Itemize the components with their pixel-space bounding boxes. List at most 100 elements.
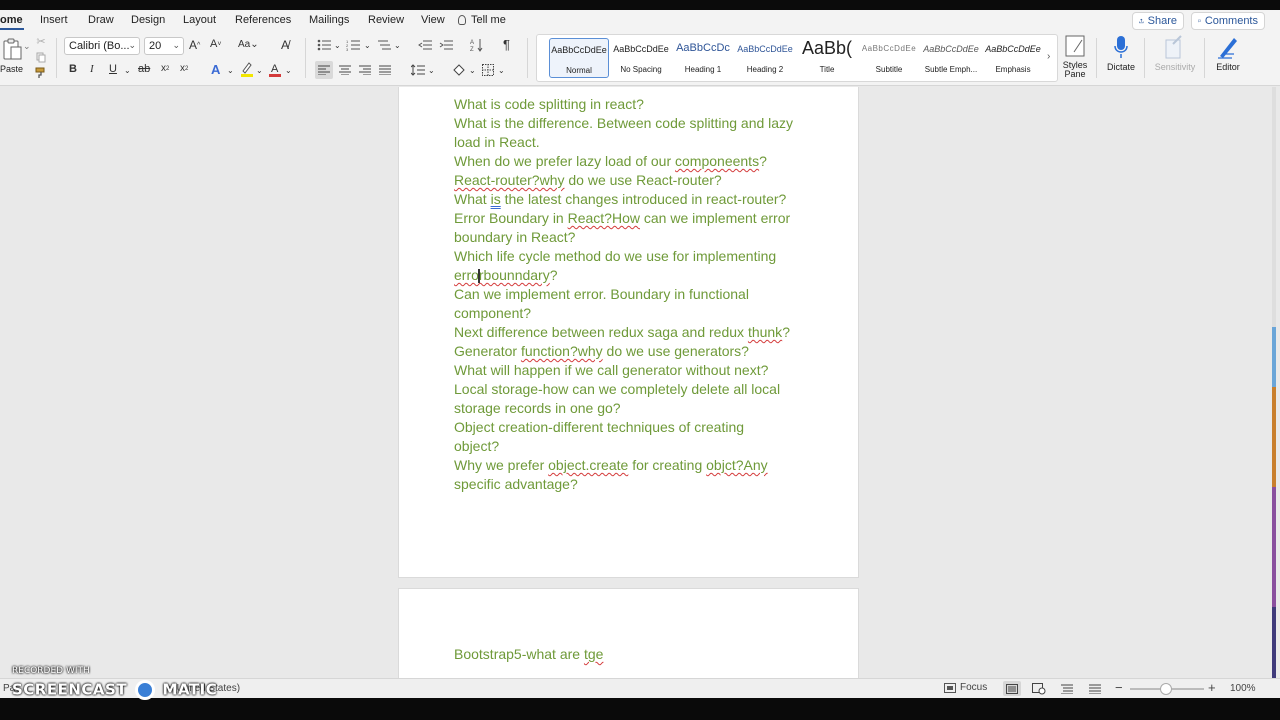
chevron-right-icon[interactable]: › — [1047, 51, 1050, 62]
align-right-icon[interactable] — [357, 61, 373, 79]
grow-font-icon[interactable]: A ^ — [189, 38, 200, 52]
copy-icon[interactable] — [35, 51, 47, 63]
share-button[interactable]: Share — [1132, 12, 1184, 30]
document-line[interactable]: What is the difference. Between code spl… — [454, 115, 793, 131]
zoom-level[interactable]: 100% — [1230, 683, 1256, 694]
chevron-down-icon[interactable]: ⌄ — [469, 66, 476, 75]
show-formatting-marks-icon[interactable]: ¶ — [503, 37, 510, 52]
web-layout-icon[interactable] — [1030, 681, 1048, 696]
chevron-down-icon[interactable]: ⌄ — [498, 66, 505, 75]
document-line[interactable]: object? — [454, 438, 499, 454]
style-no-spacing[interactable]: AaBbCcDdEe No Spacing — [611, 38, 671, 78]
document-line[interactable]: Bootstrap5-what are tge — [454, 646, 603, 662]
font-color-icon[interactable]: A — [268, 61, 282, 77]
zoom-out-button[interactable]: − — [1115, 680, 1123, 695]
format-painter-icon[interactable] — [35, 67, 47, 79]
change-case-icon[interactable]: Aa⌄ — [238, 39, 259, 50]
tab-references[interactable]: References — [235, 12, 291, 28]
chevron-down-icon[interactable]: ⌄ — [334, 41, 341, 50]
underline-icon[interactable]: U — [109, 63, 117, 75]
chevron-down-icon[interactable]: ⌄ — [364, 41, 371, 50]
document-line[interactable]: What is code splitting in react? — [454, 96, 644, 112]
numbering-icon[interactable]: 123 — [345, 38, 361, 52]
align-left-icon[interactable] — [315, 61, 333, 79]
document-line[interactable]: What is the latest changes introduced in… — [454, 191, 786, 207]
document-line[interactable]: React-router?why do we use React-router? — [454, 172, 722, 188]
sort-icon[interactable]: AZ — [469, 38, 485, 52]
dictate-button[interactable]: Dictate — [1104, 34, 1138, 72]
document-line[interactable]: load in React. — [454, 134, 540, 150]
sensitivity-button[interactable]: Sensitivity — [1152, 34, 1198, 72]
shrink-font-icon[interactable]: A ˅ — [210, 38, 221, 50]
tab-draw[interactable]: Draw — [88, 12, 114, 28]
increase-indent-icon[interactable] — [438, 38, 454, 52]
font-name-select[interactable]: Calibri (Bo... ⌄ — [64, 37, 140, 55]
font-size-select[interactable]: 20 ⌄ — [144, 37, 184, 55]
zoom-slider[interactable] — [1130, 683, 1204, 695]
chevron-down-icon[interactable]: ⌄ — [124, 66, 131, 75]
tab-home[interactable]: ome — [0, 12, 23, 28]
align-center-icon[interactable] — [337, 61, 353, 79]
document-line[interactable]: specific advantage? — [454, 476, 578, 492]
bullets-icon[interactable] — [316, 38, 332, 52]
document-line[interactable]: Local storage-how can we completely dele… — [454, 381, 780, 397]
subscript-icon[interactable]: x2 — [161, 63, 169, 74]
document-canvas[interactable]: What is code splitting in react? What is … — [0, 87, 1280, 678]
chevron-down-icon[interactable]: ⌄ — [285, 66, 292, 75]
borders-icon[interactable] — [480, 61, 496, 79]
style-title[interactable]: AaBb( Title — [797, 38, 857, 78]
document-line[interactable]: component? — [454, 305, 531, 321]
editor-button[interactable]: Editor — [1212, 34, 1244, 72]
chevron-down-icon[interactable]: ⌄ — [394, 41, 401, 50]
zoom-slider-thumb[interactable] — [1160, 683, 1172, 695]
document-line[interactable]: Next difference between redux saga and r… — [454, 324, 790, 340]
document-page[interactable]: What is code splitting in react? What is … — [398, 87, 859, 578]
strikethrough-icon[interactable]: ab — [138, 63, 150, 75]
cut-icon[interactable]: ✂ — [35, 35, 47, 48]
tab-layout[interactable]: Layout — [183, 12, 216, 28]
draft-view-icon[interactable] — [1086, 681, 1104, 696]
document-line[interactable]: Why we prefer object.create for creating… — [454, 457, 768, 473]
styles-pane-button[interactable]: Styles Pane — [1062, 34, 1088, 79]
highlight-icon[interactable] — [240, 61, 254, 77]
chevron-down-icon[interactable]: ⌄ — [227, 66, 234, 75]
document-line[interactable]: What will happen if we call generator wi… — [454, 362, 768, 378]
comments-button[interactable]: Comments — [1191, 12, 1265, 30]
decrease-indent-icon[interactable] — [417, 38, 433, 52]
line-spacing-icon[interactable] — [410, 61, 426, 79]
text-effects-icon[interactable]: A — [211, 62, 220, 77]
chevron-down-icon[interactable]: ⌄ — [428, 66, 435, 75]
document-line[interactable]: boundary in React? — [454, 229, 575, 245]
outline-view-icon[interactable] — [1058, 681, 1076, 696]
tab-insert[interactable]: Insert — [40, 12, 68, 28]
document-line[interactable]: storage records in one go? — [454, 400, 621, 416]
document-line[interactable]: Object creation-different techniques of … — [454, 419, 744, 435]
superscript-icon[interactable]: x2 — [180, 63, 188, 74]
print-layout-icon[interactable] — [1003, 681, 1021, 696]
italic-icon[interactable]: I — [90, 63, 94, 75]
document-page[interactable]: Bootstrap5-what are tge — [398, 588, 859, 678]
style-normal[interactable]: AaBbCcDdEe Normal — [549, 38, 609, 78]
focus-button[interactable]: Focus — [944, 682, 987, 693]
chevron-down-icon[interactable]: ⌄ — [256, 66, 263, 75]
document-line[interactable]: Can we implement error. Boundary in func… — [454, 286, 749, 302]
style-subtitle[interactable]: AaBbCcDdEe Subtitle — [859, 38, 919, 78]
tell-me-search[interactable]: Tell me — [458, 12, 506, 28]
chevron-down-icon[interactable]: ⌄ — [23, 41, 31, 52]
document-line[interactable]: Which life cycle method do we use for im… — [454, 248, 776, 264]
document-line[interactable]: Error Boundary in React?How can we imple… — [454, 210, 790, 226]
document-line[interactable]: Generator function?why do we use generat… — [454, 343, 749, 359]
tab-view[interactable]: View — [421, 12, 445, 28]
multilevel-list-icon[interactable] — [376, 38, 392, 52]
clear-formatting-icon[interactable]: A̸ — [281, 38, 289, 52]
tab-review[interactable]: Review — [368, 12, 404, 28]
justify-icon[interactable] — [377, 61, 393, 79]
document-line[interactable]: When do we prefer lazy load of our compo… — [454, 153, 767, 169]
tab-design[interactable]: Design — [131, 12, 165, 28]
document-line[interactable]: errorbounndary? — [454, 267, 558, 283]
tab-mailings[interactable]: Mailings — [309, 12, 349, 28]
style-heading-2[interactable]: AaBbCcDdEe Heading 2 — [735, 38, 795, 78]
style-subtle-emphasis[interactable]: AaBbCcDdEe Subtle Emph... — [921, 38, 981, 78]
zoom-in-button[interactable]: + — [1208, 680, 1216, 695]
style-heading-1[interactable]: AaBbCcDc Heading 1 — [673, 38, 733, 78]
